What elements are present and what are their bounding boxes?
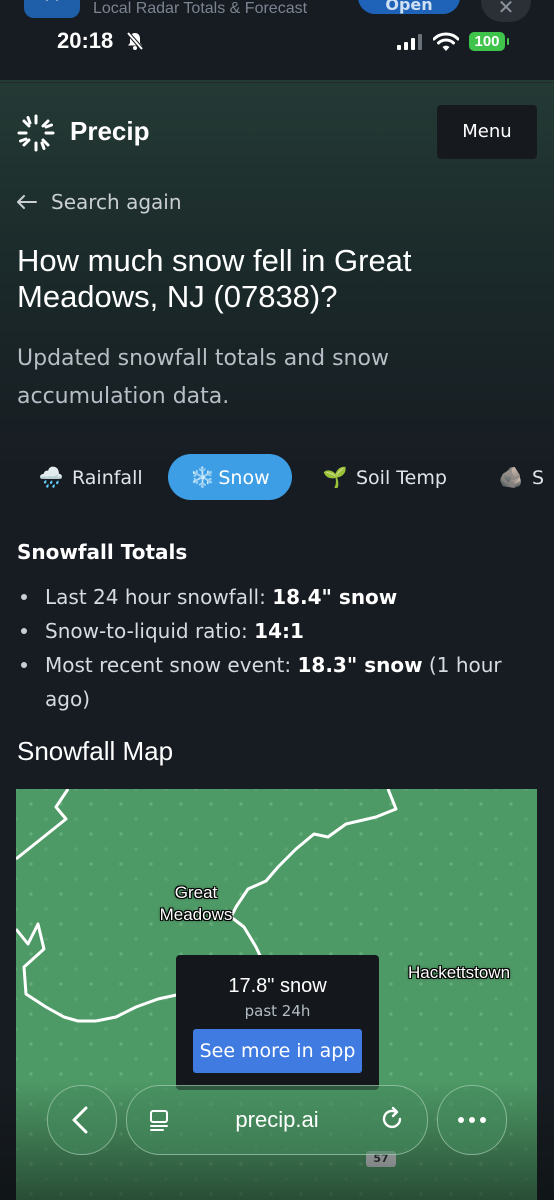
battery-indicator: 100 <box>469 32 509 51</box>
status-time: 20:18 <box>57 28 114 53</box>
bell-off-icon <box>126 31 144 51</box>
item-value: 18.3" snow <box>297 653 423 677</box>
search-again-label: Search again <box>51 190 182 214</box>
page-title: How much snow fell in Great Meadows, NJ … <box>17 243 412 314</box>
app-banner[interactable]: Local Radar Totals & Forecast Open ✕ <box>0 0 554 22</box>
list-item: Most recent snow event: 18.3" snow (1 ho… <box>17 648 537 716</box>
tab-label: S <box>532 467 545 489</box>
seedling-icon: 🌱 <box>322 465 348 489</box>
snowfall-totals-list: Last 24 hour snowfall: 18.4" snow Snow-t… <box>17 580 537 716</box>
page-subtitle: Updated snowfall totals and snow accumul… <box>17 346 389 409</box>
city-label-great-meadows: Great Meadows <box>159 883 233 924</box>
city-label-hackettstown: Hackettstown <box>408 963 511 982</box>
snowfall-map-heading: Snowfall Map <box>17 736 174 766</box>
menu-button[interactable]: Menu <box>437 105 537 159</box>
tab-label: Soil Temp <box>356 467 447 489</box>
tab-label: Rainfall <box>72 467 143 489</box>
arrow-left-icon <box>17 190 39 214</box>
brand-name[interactable]: Precip <box>70 116 150 147</box>
cellular-signal-icon <box>397 34 422 50</box>
search-again-link[interactable]: Search again <box>17 190 182 214</box>
item-label: Last 24 hour snowfall: <box>45 585 273 609</box>
precip-app-icon <box>24 0 80 18</box>
map-popup: 17.8" snow past 24h See more in app <box>176 955 379 1090</box>
item-label: Most recent snow event: <box>45 653 298 677</box>
see-more-in-app-button[interactable]: See more in app <box>193 1029 362 1073</box>
precip-logo-icon <box>17 114 55 152</box>
rain-cloud-icon: 🌧️ <box>38 465 64 489</box>
tab-label: Snow <box>218 467 270 489</box>
reload-icon[interactable] <box>379 1106 405 1132</box>
divider <box>0 82 554 83</box>
list-item: Snow-to-liquid ratio: 14:1 <box>17 614 537 648</box>
browser-address-bar[interactable]: precip.ai <box>126 1085 428 1155</box>
banner-close-button[interactable]: ✕ <box>481 0 531 22</box>
popup-period: past 24h <box>244 1002 311 1020</box>
chevron-left-icon <box>72 1106 88 1134</box>
popup-snow-value: 17.8" snow <box>228 975 327 997</box>
item-value: 18.4" snow <box>272 585 398 609</box>
banner-title: Local Radar Totals & Forecast <box>93 0 308 17</box>
tab-rainfall[interactable]: 🌧️ Rainfall <box>36 454 143 500</box>
tab-snow[interactable]: ❄️ Snow <box>168 454 292 500</box>
wifi-icon <box>433 32 459 51</box>
browser-more-button[interactable] <box>437 1085 507 1155</box>
list-item: Last 24 hour snowfall: 18.4" snow <box>17 580 537 614</box>
snowfall-totals-heading: Snowfall Totals <box>17 540 188 564</box>
more-dots-icon <box>458 1117 486 1123</box>
item-label: Snow-to-liquid ratio: <box>45 619 255 643</box>
rock-icon: 🪨 <box>498 465 524 489</box>
item-value: 14:1 <box>254 619 304 643</box>
banner-open-button[interactable]: Open <box>358 0 460 14</box>
snowflake-icon: ❄️ <box>190 465 216 489</box>
tab-partial[interactable]: 🪨 S <box>496 454 545 500</box>
browser-back-button[interactable] <box>47 1085 117 1155</box>
tab-soil-temp[interactable]: 🌱 Soil Temp <box>320 454 447 500</box>
